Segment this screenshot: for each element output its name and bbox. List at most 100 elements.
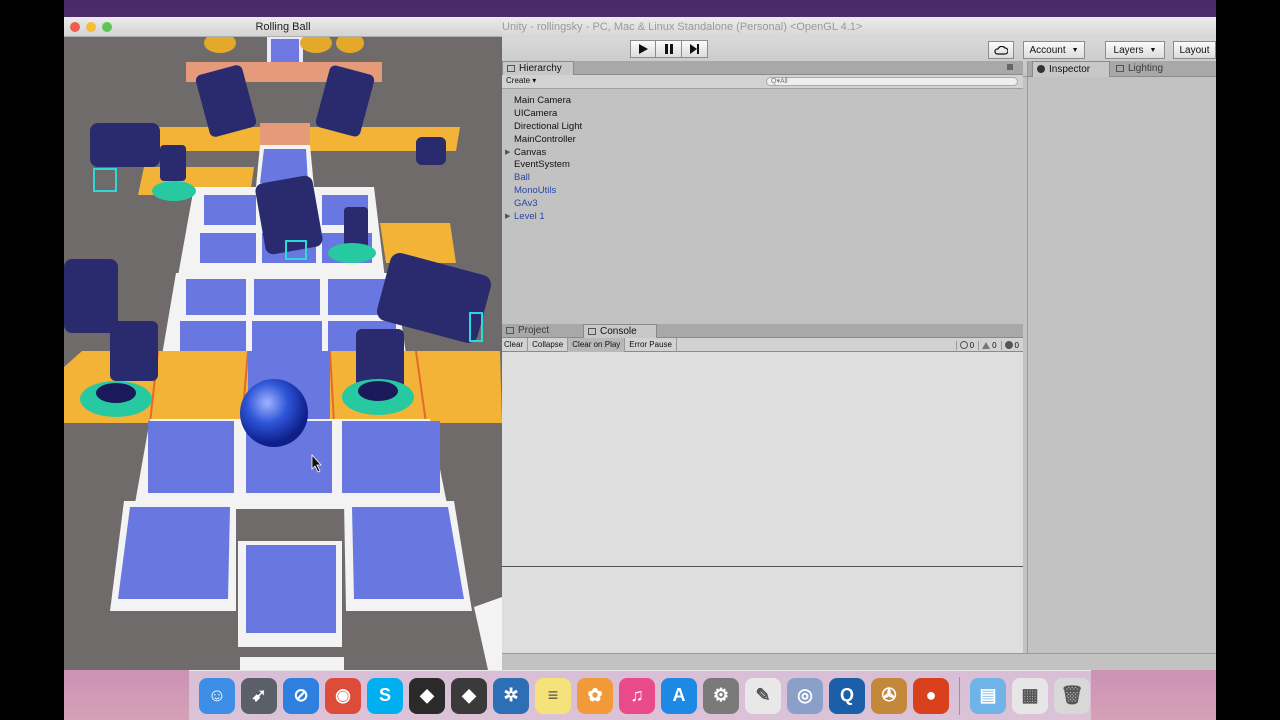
inspector-tab-strip: Inspector Lighting (1028, 61, 1216, 77)
finder-icon[interactable]: ☺ (199, 677, 235, 714)
hierarchy-item[interactable]: MainController (500, 134, 1023, 147)
pause-button[interactable] (656, 40, 682, 58)
zoom-button[interactable] (102, 22, 112, 32)
console-detail-area[interactable] (500, 570, 1023, 653)
hierarchy-item-label: GAv3 (514, 198, 538, 210)
hierarchy-item[interactable]: Directional Light (500, 121, 1023, 134)
bottom-tab-strip: Project Console (500, 324, 1023, 338)
account-dropdown[interactable]: Account ▼ (1023, 41, 1085, 59)
folder-icon[interactable]: ▤ (970, 677, 1006, 714)
info-icon (959, 341, 968, 349)
hierarchy-item[interactable]: Ball (500, 172, 1023, 185)
desktop: Unity - rollingsky - PC, Mac & Linux Sta… (64, 0, 1216, 720)
preview-icon[interactable]: ◎ (787, 677, 823, 714)
lighting-icon (1116, 65, 1124, 72)
unity-icon[interactable]: ◆ (409, 677, 445, 714)
pause-icon (664, 44, 673, 54)
system-preferences-icon[interactable]: ⚙ (703, 677, 739, 714)
hierarchy-search-input[interactable]: Q▾All (766, 77, 1018, 86)
trash-icon[interactable]: 🗑 (1054, 677, 1090, 714)
warning-count: 0 (992, 340, 997, 350)
hierarchy-item[interactable]: UICamera (500, 108, 1023, 121)
warning-toggle[interactable]: 0 (978, 340, 997, 350)
layout-label: Layout (1179, 44, 1210, 56)
info-count: 0 (969, 340, 975, 350)
layers-group: Layers ▼ (1105, 41, 1165, 59)
foldout-arrow-icon[interactable]: ▶ (505, 211, 510, 224)
game-viewport[interactable] (64, 37, 502, 670)
app-store-icon[interactable]: A (661, 677, 697, 714)
hierarchy-toolbar: Create ▾ Q▾All (500, 75, 1023, 89)
hierarchy-panel: Hierarchy Create ▾ Q▾All Main Camera UICa… (500, 61, 1023, 317)
minimize-button[interactable] (86, 22, 96, 32)
hierarchy-item-label: Ball (514, 172, 530, 184)
chrome-icon[interactable]: ◉ (325, 677, 361, 714)
unity-icon-2[interactable]: ◆ (451, 677, 487, 714)
unity-editor-window: Unity - rollingsky - PC, Mac & Linux Sta… (500, 17, 1216, 670)
skype-icon[interactable]: S (367, 677, 403, 714)
tab-lighting[interactable]: Lighting (1112, 61, 1182, 77)
photos-icon[interactable]: ✿ (577, 677, 613, 714)
cloud-icon (994, 45, 1008, 55)
layout-dropdown[interactable]: Layout (1173, 41, 1216, 59)
warning-icon (982, 341, 991, 349)
clear-button[interactable]: Clear (500, 338, 529, 352)
hierarchy-item[interactable]: EventSystem (500, 159, 1023, 172)
xcode-icon[interactable]: ✲ (493, 677, 529, 714)
player-ball (240, 379, 308, 447)
inspector-panel: Inspector Lighting (1027, 61, 1216, 653)
console-log-area[interactable] (500, 352, 1023, 567)
tab-project[interactable]: Project (502, 324, 582, 338)
step-icon (690, 44, 699, 54)
error-count: 0 (1014, 340, 1019, 350)
console-tab-label: Console (600, 326, 637, 337)
error-pause-button[interactable]: Error Pause (625, 338, 677, 352)
hierarchy-item[interactable]: MonoUtils (500, 185, 1023, 198)
chevron-down-icon: ▼ (1149, 46, 1157, 54)
hierarchy-item-label: MainController (514, 133, 576, 145)
clear-on-play-button[interactable]: Clear on Play (568, 338, 626, 352)
close-button[interactable] (70, 22, 80, 32)
hierarchy-list: Main Camera UICamera Directional Light Main… (500, 95, 1023, 224)
quicktime-icon[interactable]: Q (829, 677, 865, 714)
playback-controls (630, 40, 708, 58)
step-button[interactable] (682, 40, 708, 58)
info-toggle[interactable]: 0 (955, 340, 975, 350)
list-icon (507, 65, 515, 72)
hierarchy-item[interactable]: ▶ Level 1 (500, 211, 1023, 224)
lock-icon[interactable] (1007, 64, 1013, 70)
macos-dock: ☺ ➹ ⊘ ◉ S ◆ ◆ ✲ ≡ ✿ ♫ A ⚙ ✎ ◎ Q ✇ ● ▤ ▦ 🗑 (189, 670, 1091, 720)
game-window-titlebar: Rolling Ball (64, 17, 502, 37)
tab-hierarchy[interactable]: Hierarchy (502, 61, 574, 75)
notes-icon[interactable]: ≡ (535, 677, 571, 714)
itunes-icon[interactable]: ♫ (619, 677, 655, 714)
documents-icon[interactable]: ▦ (1012, 677, 1048, 714)
textedit-icon[interactable]: ✎ (745, 677, 781, 714)
hierarchy-item[interactable]: ▶ Canvas (500, 147, 1023, 160)
play-button[interactable] (630, 40, 656, 58)
console-icon (588, 328, 596, 335)
hierarchy-item-label: EventSystem (514, 159, 570, 171)
tab-inspector[interactable]: Inspector (1032, 61, 1110, 77)
hierarchy-item[interactable]: Main Camera (500, 95, 1023, 108)
layers-label: Layers (1113, 44, 1144, 56)
unity-window-title: Unity - rollingsky - PC, Mac & Linux Sta… (500, 17, 1216, 37)
game-app-icon[interactable]: ● (913, 677, 949, 714)
cloud-button[interactable] (988, 41, 1014, 59)
hierarchy-item-label: Main Camera (514, 95, 572, 106)
collapse-button[interactable]: Collapse (528, 338, 569, 352)
layers-dropdown[interactable]: Layers ▼ (1105, 41, 1165, 59)
tab-console[interactable]: Console (583, 324, 657, 338)
launchpad-icon[interactable]: ➹ (241, 677, 277, 714)
play-icon (638, 44, 648, 54)
dock-separator (959, 676, 960, 715)
error-toggle[interactable]: 0 (1000, 340, 1019, 350)
foldout-arrow-icon[interactable]: ▶ (505, 147, 510, 160)
hierarchy-item[interactable]: GAv3 (500, 198, 1023, 211)
safari-icon[interactable]: ⊘ (283, 677, 319, 714)
hierarchy-tab-strip: Hierarchy (500, 61, 1023, 75)
unity-status-bar (500, 653, 1216, 670)
hierarchy-item-label: Directional Light (514, 120, 583, 132)
movie-icon[interactable]: ✇ (871, 677, 907, 714)
create-dropdown[interactable]: Create ▾ (506, 76, 536, 85)
